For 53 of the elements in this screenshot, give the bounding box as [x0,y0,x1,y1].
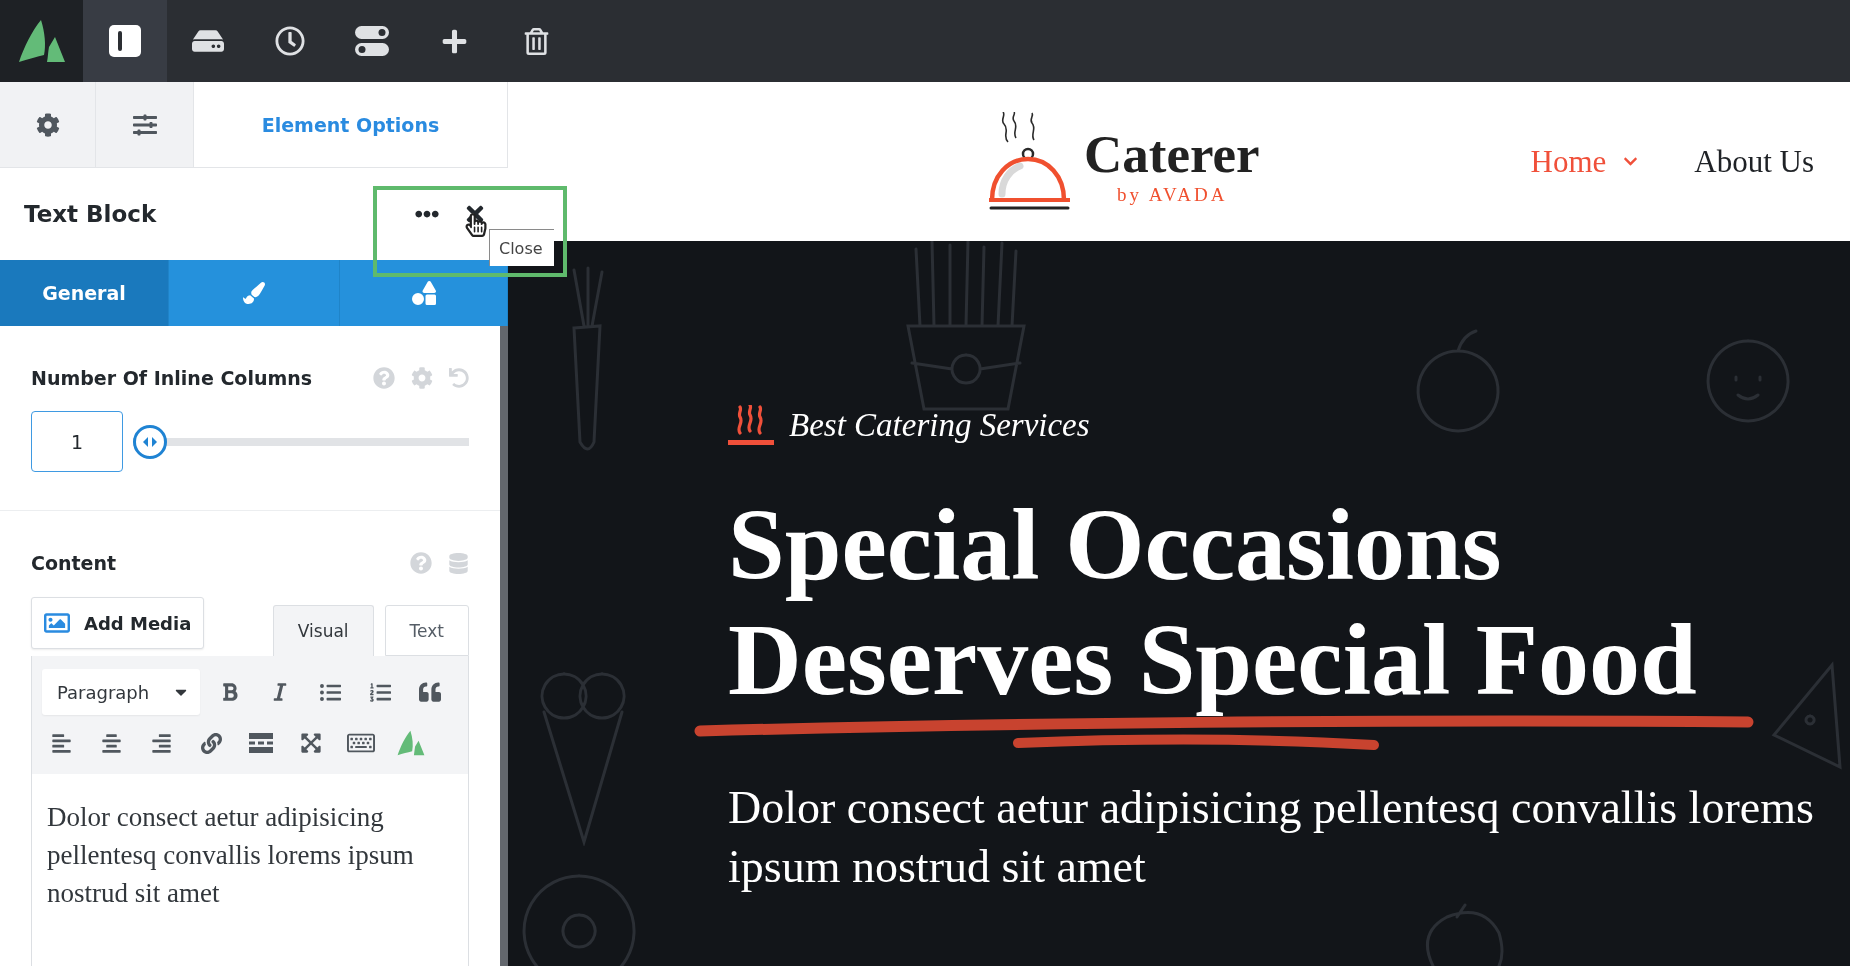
editor-mode-tab[interactable]: Text [384,605,469,656]
hand-cursor-icon [464,213,488,240]
align-left-icon [50,732,72,754]
nav-link[interactable]: Home [1530,143,1639,180]
shapes-icon [411,281,436,305]
toggle-switches-icon [355,26,389,56]
scrollbar[interactable] [500,326,508,966]
hero-heading: Special Occasions Deserves Special Food [728,487,1698,717]
add-media-button[interactable]: Add Media [31,597,205,649]
hero-eyebrow: Best Catering Services [789,406,1090,444]
bold-icon [220,682,240,702]
tooltip: Close [489,229,554,266]
sidebar-panel-icon [109,25,141,57]
quote-icon [419,681,441,703]
options-tab[interactable] [96,82,194,167]
brand-name: Caterer [1084,125,1260,182]
logo-button[interactable] [0,0,83,82]
nav-link[interactable]: About Us [1694,143,1814,180]
smiley-doodle-icon [1706,339,1790,423]
align-right-icon [150,732,172,754]
slider-thumb[interactable] [133,424,167,459]
brand-tagline: by AVADA [1116,182,1229,207]
field-label: Content [31,552,117,574]
field-label: Number Of Inline Columns [31,367,313,389]
expand-arrows-icon [300,732,322,754]
image-icon [44,610,70,636]
editor-mode-tab[interactable]: Visual [272,605,374,656]
align-center-icon [100,732,122,754]
numbered-list-icon [369,681,391,703]
settings-tab[interactable] [0,82,96,167]
read-more-icon [249,733,273,753]
panel-title: Text Block [24,201,157,227]
sliders-icon [132,112,157,137]
extras-tab[interactable] [340,260,508,326]
ice-cream-doodle-icon [540,672,626,846]
general-tab[interactable]: General [0,260,169,326]
hero-paragraph: Dolor consect aetur adipisicing pellentesq convallis lorems ipsum nostrud sit amet [728,781,1815,894]
donut-doodle-icon [521,874,637,966]
number-input[interactable]: 1 [31,411,123,472]
editor-content-field[interactable]: Dolor consect aetur adipisicing pellentesq convallis lorems ipsum nostrud sit amet [31,774,469,966]
logo-icon [397,730,425,756]
format-select[interactable]: Paragraph [42,669,200,715]
trash-icon [522,27,550,55]
steam-icon [728,405,774,445]
clock-icon [275,26,305,56]
left-right-arrows-icon [143,436,157,447]
gear-icon [35,112,60,137]
paintbrush-icon [243,282,265,304]
bulleted-list-icon [319,681,341,703]
plus-icon [440,27,468,55]
logo-icon [17,19,66,63]
sidebar-button[interactable] [83,0,167,82]
link-icon [200,732,222,754]
